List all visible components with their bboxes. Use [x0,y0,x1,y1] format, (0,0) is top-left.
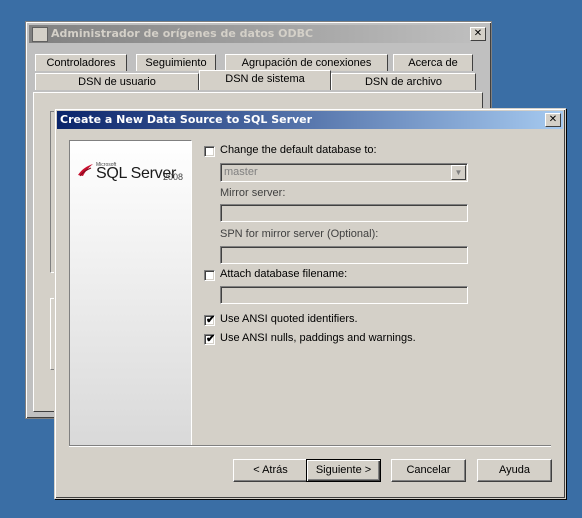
mirror-server-field[interactable] [220,204,468,222]
attach-db-label: Attach database filename: [220,268,348,280]
change-default-db-label: Change the default database to: [220,144,377,156]
tab-label: Controladores [46,57,116,69]
attach-db-field[interactable] [220,286,468,304]
back-button[interactable]: < Atrás [233,459,308,482]
attach-db-checkbox[interactable] [204,270,215,281]
button-separator [69,445,551,447]
change-default-db-checkbox[interactable] [204,146,215,157]
dialog-title: Create a New Data Source to SQL Server [60,113,313,126]
ansi-quoted-label: Use ANSI quoted identifiers. [220,313,358,325]
cancel-button-label: Cancelar [406,464,451,476]
cancel-button[interactable]: Cancelar [391,459,466,482]
ansi-nulls-label: Use ANSI nulls, paddings and warnings. [220,332,416,344]
tab-label: DSN de archivo [364,76,443,88]
tab-acerca-de[interactable]: Acerca de [393,54,473,71]
odbc-admin-title: Administrador de orígenes de datos ODBC [51,27,314,40]
dialog-close-button[interactable]: ✕ [545,113,561,127]
tab-label: Seguimiento [145,57,207,69]
next-button-label: Siguiente > [315,464,372,476]
tab-label: DSN de usuario [78,76,156,88]
spn-label: SPN for mirror server (Optional): [220,228,379,240]
spn-field[interactable] [220,246,468,264]
check-icon: ✔ [206,333,216,345]
help-button-label: Ayuda [499,464,530,476]
tab-dsn-archivo[interactable]: DSN de archivo [331,73,476,90]
close-icon: ✕ [473,28,483,39]
close-icon: ✕ [548,114,558,125]
odbc-admin-titlebar: Administrador de orígenes de datos ODBC … [29,25,488,43]
tab-seguimiento[interactable]: Seguimiento [136,54,216,71]
sql-server-banner: Microsoft SQL Server 2008 [69,140,192,446]
tab-agrupacion-conexiones[interactable]: Agrupación de conexiones [225,54,388,71]
dialog-titlebar: Create a New Data Source to SQL Server ✕ [57,111,563,129]
next-button[interactable]: Siguiente > [306,459,381,482]
ansi-nulls-checkbox[interactable]: ✔ [204,333,216,345]
sql-server-version: 2008 [163,172,184,182]
odbc-close-button[interactable]: ✕ [470,27,486,41]
back-button-label: < Atrás [253,464,288,476]
tab-label: Agrupación de conexiones [241,57,372,69]
check-icon: ✔ [206,314,216,326]
default-db-value: master [224,166,258,178]
tab-label: Acerca de [408,57,458,69]
create-datasource-dialog: Create a New Data Source to SQL Server ✕… [54,108,566,499]
chevron-down-icon[interactable]: ▼ [451,165,466,180]
tab-dsn-sistema[interactable]: DSN de sistema [199,70,331,90]
default-db-combo[interactable]: master ▼ [220,163,468,182]
tab-label: DSN de sistema [225,73,305,85]
help-button[interactable]: Ayuda [477,459,552,482]
tab-controladores[interactable]: Controladores [35,54,127,71]
mirror-server-label: Mirror server: [220,187,286,199]
sql-server-logo-icon [78,164,93,177]
ansi-quoted-checkbox[interactable]: ✔ [204,314,216,326]
tab-dsn-usuario[interactable]: DSN de usuario [35,73,199,90]
odbc-app-icon [32,27,48,42]
